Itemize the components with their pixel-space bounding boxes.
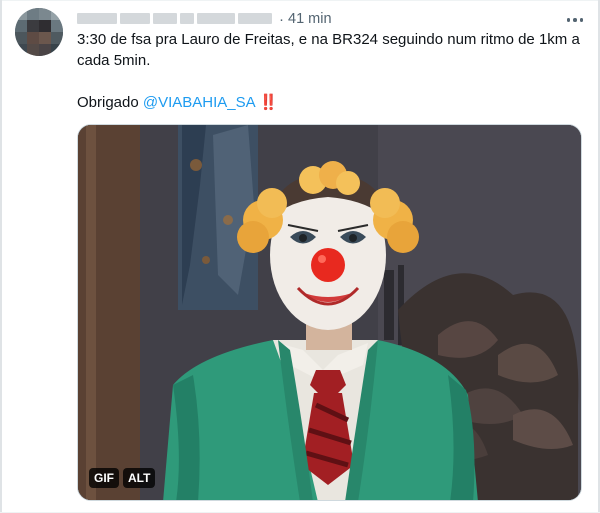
mention-link[interactable]: @VIABAHIA_SA [143, 94, 255, 111]
alt-badge[interactable]: ALT [123, 468, 156, 488]
separator-dot: · [279, 11, 284, 28]
gif-image [78, 125, 581, 500]
author-name-redacted[interactable] [77, 11, 275, 25]
frame-left-border [0, 0, 2, 513]
media-badges: GIF ALT [89, 468, 156, 488]
tweet-thanks-line: Obrigado @VIABAHIA_SA ‼️ [77, 92, 582, 113]
tweet-text-line-1: 3:30 de fsa pra Lauro de Freitas, e na B… [77, 31, 580, 48]
thanks-prefix: Obrigado [77, 94, 143, 111]
avatar[interactable] [15, 8, 63, 56]
tweet-text: 3:30 de fsa pra Lauro de Freitas, e na B… [77, 29, 582, 113]
tweet-timestamp[interactable]: 41 min [288, 11, 332, 27]
gif-media[interactable]: GIF ALT [77, 124, 582, 501]
frame-top-border [0, 0, 600, 1]
tweet-text-line-2: cada 5min. [77, 52, 151, 69]
gif-badge: GIF [89, 468, 119, 488]
double-exclamation-emoji: ‼️ [259, 94, 278, 111]
